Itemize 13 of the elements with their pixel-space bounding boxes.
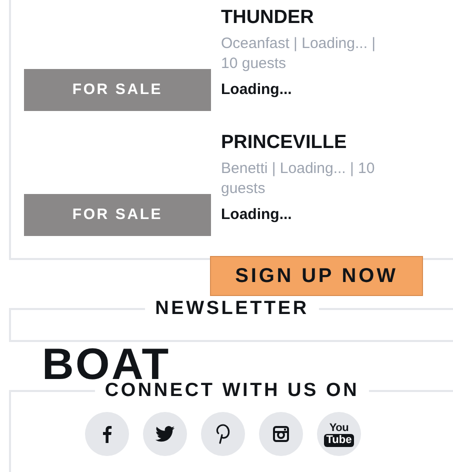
listing-details: Benetti | Loading... | 10 guests bbox=[221, 159, 376, 199]
listing-price: Loading... bbox=[221, 80, 293, 100]
for-sale-badge: FOR SALE bbox=[24, 69, 211, 111]
sign-up-button[interactable]: SIGN UP NOW bbox=[210, 256, 423, 296]
listing-title[interactable]: THUNDER bbox=[221, 6, 411, 30]
logo: BOAT bbox=[42, 342, 170, 382]
youtube-link[interactable]: You Tube bbox=[317, 412, 361, 456]
logo-text: Tube bbox=[324, 434, 354, 446]
listing-price: Loading... bbox=[221, 205, 293, 225]
listing-details: Oceanfast | Loading... | 10 guests bbox=[221, 34, 377, 74]
listing-title[interactable]: PRINCEVILLE bbox=[221, 131, 411, 155]
logo-text: You bbox=[329, 422, 349, 434]
for-sale-badge: FOR SALE bbox=[24, 194, 211, 236]
